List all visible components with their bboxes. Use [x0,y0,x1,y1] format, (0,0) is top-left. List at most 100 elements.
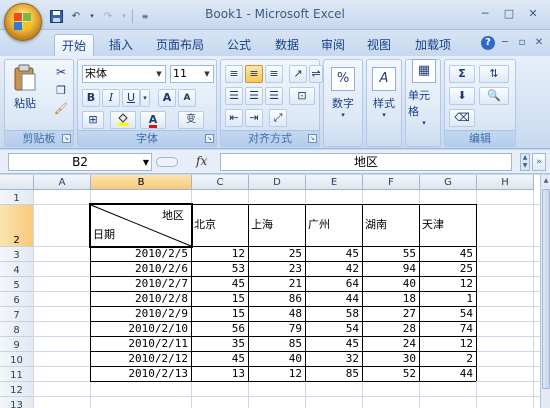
date-cell[interactable]: 2010/2/13 [91,367,191,381]
region-header[interactable]: 天津 [420,217,477,233]
value-cell[interactable]: 24 [363,337,419,351]
underline-button[interactable]: U [122,89,140,107]
number-format-button[interactable]: % 数字 ▾ [329,64,357,122]
decrease-indent-button[interactable]: ⇤ [225,109,243,127]
region-header[interactable]: 广州 [306,217,363,233]
expand-formula-bar-icon[interactable]: » [532,153,546,171]
name-box[interactable]: B2 ▼ [8,153,152,171]
value-cell[interactable]: 58 [306,307,362,321]
tab-review[interactable]: 审阅 [316,34,350,56]
value-cell[interactable]: 1 [420,292,476,306]
clipboard-launcher-icon[interactable]: ↘ [62,134,71,143]
region-header[interactable]: 湖南 [363,217,420,233]
header-region-label[interactable]: 地区 [91,209,188,223]
value-cell[interactable]: 45 [192,277,248,291]
date-cell[interactable]: 2010/2/8 [91,292,191,306]
tab-insert[interactable]: 插入 [104,34,138,56]
value-cell[interactable]: 44 [306,292,362,306]
tab-home[interactable]: 开始 [54,34,94,56]
value-cell[interactable]: 12 [420,277,476,291]
borders-button[interactable]: ⊞ [82,111,104,129]
align-center-button[interactable]: ☰ [245,87,263,105]
phonetic-button[interactable]: 变 [178,111,204,129]
vertical-scrollbar[interactable]: ▲ [540,175,550,408]
tab-page-layout[interactable]: 页面布局 [152,34,208,56]
value-cell[interactable]: 54 [306,322,362,336]
cells-button[interactable]: ▦ 单元格 ▾ [408,59,440,127]
value-cell[interactable]: 53 [192,262,248,276]
align-left-button[interactable]: ☰ [225,87,243,105]
value-cell[interactable]: 79 [249,322,305,336]
date-cell[interactable]: 2010/2/7 [91,277,191,291]
value-cell[interactable]: 74 [420,322,476,336]
value-cell[interactable]: 35 [192,337,248,351]
value-cell[interactable]: 85 [306,367,362,381]
orientation-alt-button[interactable]: ⤢ [269,109,287,127]
value-cell[interactable]: 13 [192,367,248,381]
clear-button[interactable]: ⌫ [449,109,475,127]
font-size-select[interactable]: 11 ▼ [170,65,214,83]
value-cell[interactable]: 44 [420,367,476,381]
tab-data[interactable]: 数据 [270,34,304,56]
formula-bar-splitter[interactable] [156,157,178,167]
italic-button[interactable]: I [102,89,120,107]
value-cell[interactable]: 52 [363,367,419,381]
value-cell[interactable]: 42 [306,262,362,276]
value-cell[interactable]: 45 [306,337,362,351]
value-cell[interactable]: 15 [192,307,248,321]
value-cell[interactable]: 18 [363,292,419,306]
font-name-select[interactable]: 宋体 ▼ [82,65,166,83]
align-right-button[interactable]: ☰ [265,87,283,105]
align-top-button[interactable]: ≡ [225,65,243,83]
cut-icon[interactable]: ✂ [53,65,69,79]
value-cell[interactable]: 15 [192,292,248,306]
align-middle-button[interactable]: ≡ [245,65,263,83]
grow-font-button[interactable]: A [158,89,176,107]
workbook-minimize-icon[interactable]: ─ [498,36,512,50]
value-cell[interactable]: 54 [420,307,476,321]
value-cell[interactable]: 45 [306,247,362,261]
value-cell[interactable]: 27 [363,307,419,321]
value-cell[interactable]: 86 [249,292,305,306]
merge-center-button[interactable]: ⊡ [289,87,315,105]
minimize-icon[interactable]: ─ [474,6,496,22]
value-cell[interactable]: 23 [249,262,305,276]
align-bottom-button[interactable]: ≡ [265,65,283,83]
scroll-thumb[interactable] [542,189,550,389]
value-cell[interactable]: 25 [420,262,476,276]
find-select-button[interactable]: 🔍 [479,87,509,105]
value-cell[interactable]: 21 [249,277,305,291]
office-button[interactable] [4,3,42,41]
underline-dropdown-icon[interactable]: ▾ [140,89,150,107]
autosum-button[interactable]: Σ [449,65,475,83]
value-cell[interactable]: 40 [363,277,419,291]
date-cell[interactable]: 2010/2/9 [91,307,191,321]
bold-button[interactable]: B [82,89,100,107]
tab-view[interactable]: 视图 [362,34,396,56]
sort-filter-button[interactable]: ⇅ [479,65,509,83]
help-icon[interactable]: ? [481,36,495,50]
value-cell[interactable]: 25 [249,247,305,261]
formula-input[interactable]: 地区 [220,153,512,171]
date-cell[interactable]: 2010/2/10 [91,322,191,336]
value-cell[interactable]: 32 [306,352,362,366]
insert-function-button[interactable]: fx [196,154,207,168]
font-launcher-icon[interactable]: ↘ [205,134,214,143]
value-cell[interactable]: 45 [192,352,248,366]
format-painter-icon[interactable]: 🖌 [53,101,69,115]
header-date-label[interactable]: 日期 [91,228,141,242]
wrap-text-button[interactable]: ⇌ [309,65,323,83]
value-cell[interactable]: 30 [363,352,419,366]
shrink-font-button[interactable]: A [178,89,196,107]
maximize-icon[interactable]: □ [498,6,520,22]
increase-indent-button[interactable]: ⇥ [245,109,263,127]
date-cell[interactable]: 2010/2/11 [91,337,191,351]
tab-formulas[interactable]: 公式 [222,34,256,56]
value-cell[interactable]: 2 [420,352,476,366]
value-cell[interactable]: 45 [420,247,476,261]
workbook-restore-icon[interactable]: ▫ [515,36,529,50]
styles-button[interactable]: A 样式 ▾ [370,64,398,122]
value-cell[interactable]: 56 [192,322,248,336]
value-cell[interactable]: 55 [363,247,419,261]
alignment-launcher-icon[interactable]: ↘ [308,134,317,143]
